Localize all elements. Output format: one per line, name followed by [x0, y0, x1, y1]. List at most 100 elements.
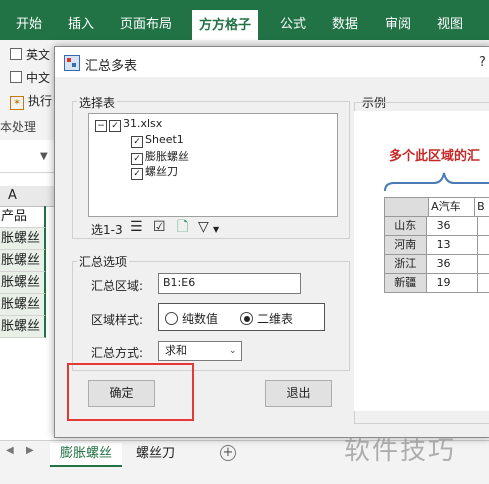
- example-cell: 19: [425, 274, 478, 292]
- sheet-tab-luosidao[interactable]: 螺丝刀: [126, 443, 185, 465]
- add-document-icon[interactable]: 🗋: [177, 219, 188, 235]
- method-select[interactable]: 求和 ⌄: [158, 341, 242, 361]
- scroll-right-icon[interactable]: ▶: [26, 445, 34, 456]
- execute-icon: ✶: [10, 96, 24, 110]
- tree-item-luosidao[interactable]: ✓ 螺丝刀: [131, 163, 178, 180]
- method-value: 求和: [165, 344, 187, 357]
- radio-2d-label: 二维表: [257, 312, 294, 326]
- help-icon[interactable]: ?: [479, 55, 486, 70]
- cell-a5[interactable]: 胀螺丝: [0, 294, 46, 316]
- checkbox-checked-icon[interactable]: ✓: [131, 136, 143, 148]
- example-cell: [477, 274, 489, 292]
- sheet-tree[interactable]: − ✓ 31.xlsx ✓ Sheet1 ✓ 膨胀螺丝 ✓ 螺丝刀: [88, 113, 338, 217]
- cell-a6[interactable]: 胀螺丝: [0, 316, 46, 338]
- example-header-cell: B: [474, 198, 489, 216]
- chevron-down-icon: ▼: [40, 151, 48, 162]
- example-area: 多个此区域的汇 A汽车 B 山东 36 河南 13 浙江 36 新疆 19: [354, 111, 489, 411]
- chinese-label: 中文: [26, 71, 51, 85]
- checkbox-checked-icon[interactable]: ✓: [109, 120, 121, 132]
- dialog-title: 汇总多表: [85, 59, 138, 74]
- example-cell: [477, 255, 489, 273]
- summary-dialog: 汇总多表 ? 选择表 − ✓ 31.xlsx ✓ Sheet1 ✓ 膨胀螺丝 ✓ 螺丝刀 …: [54, 46, 489, 438]
- sheet-tab-pengzhang[interactable]: 膨胀螺丝: [50, 443, 123, 467]
- radio-plain-values[interactable]: 纯数值: [165, 310, 218, 327]
- radio-icon: [165, 312, 178, 325]
- cell-a1[interactable]: 产品: [0, 206, 46, 228]
- style-radio-group: 纯数值 二维表: [158, 303, 325, 331]
- name-box[interactable]: ▼: [0, 148, 60, 173]
- checkbox-icon: [10, 48, 22, 60]
- example-row: 河南 13: [384, 235, 489, 254]
- method-label: 汇总方式:: [91, 346, 144, 360]
- app-icon-dot: [72, 63, 76, 67]
- tab-review[interactable]: 审阅: [385, 13, 411, 32]
- example-caption: 多个此区域的汇: [389, 149, 481, 164]
- english-checkbox[interactable]: 英文: [10, 46, 50, 63]
- example-header-row: A汽车 B: [384, 197, 489, 216]
- example-header-cell: [384, 198, 428, 216]
- select-range-label: 选1-3: [91, 223, 123, 237]
- radio-selected-icon: [240, 312, 253, 325]
- brace-icon: [384, 172, 489, 192]
- example-table: A汽车 B 山东 36 河南 13 浙江 36 新疆 19: [384, 197, 489, 293]
- check-all-icon[interactable]: ☑: [153, 219, 166, 235]
- example-row: 浙江 36: [384, 254, 489, 273]
- chevron-down-icon: ⌄: [229, 346, 237, 356]
- chevron-down-icon[interactable]: ▼: [213, 222, 219, 238]
- tab-formulas[interactable]: 公式: [280, 13, 306, 32]
- example-cell: 36: [425, 217, 478, 235]
- filter-icon[interactable]: ▽: [198, 219, 209, 235]
- example-cell: 浙江: [384, 255, 426, 273]
- example-cell: 新疆: [384, 274, 426, 292]
- column-header[interactable]: A: [0, 186, 60, 207]
- tree-item-sheet1[interactable]: ✓ Sheet1: [131, 133, 184, 148]
- cell-a4[interactable]: 胀螺丝: [0, 272, 46, 294]
- add-sheet-icon[interactable]: +: [220, 445, 236, 461]
- execute-label: 执行: [28, 94, 53, 108]
- range-input[interactable]: B1:E6: [158, 273, 301, 294]
- cell-a2[interactable]: 胀螺丝: [0, 228, 46, 250]
- chinese-checkbox[interactable]: 中文: [10, 69, 50, 86]
- cell-a3[interactable]: 胀螺丝: [0, 250, 46, 272]
- example-cell: 13: [425, 236, 478, 254]
- scroll-left-icon[interactable]: ◀: [6, 445, 14, 456]
- example-row: 山东 36: [384, 216, 489, 235]
- group-label: 本处理: [0, 120, 37, 134]
- example-cell: 36: [425, 255, 478, 273]
- english-label: 英文: [26, 48, 51, 62]
- app-icon-dot: [67, 58, 71, 62]
- tab-home[interactable]: 开始: [16, 13, 42, 32]
- tree-root[interactable]: − ✓ 31.xlsx: [95, 117, 162, 132]
- example-row: 新疆 19: [384, 273, 489, 293]
- range-label: 汇总区域:: [91, 279, 144, 293]
- radio-plain-label: 纯数值: [182, 312, 219, 326]
- checkbox-icon: [10, 71, 22, 83]
- options-label: 汇总选项: [77, 253, 130, 270]
- ribbon-bar: 开始 插入 页面布局 方方格子 公式 数据 审阅 视图: [0, 0, 489, 40]
- tab-data[interactable]: 数据: [332, 13, 358, 32]
- tree-item-label: 膨胀螺丝: [145, 150, 189, 163]
- dialog-titlebar: 汇总多表 ?: [55, 47, 489, 77]
- tree-root-label: 31.xlsx: [123, 117, 163, 130]
- app-icon: [64, 55, 80, 71]
- list-icon[interactable]: ☰: [130, 219, 143, 235]
- watermark-text: 软件技巧: [344, 436, 457, 466]
- example-cell: [477, 217, 489, 235]
- example-cell: 山东: [384, 217, 426, 235]
- execute-button[interactable]: ✶ 执行: [10, 92, 52, 110]
- example-cell: 河南: [384, 236, 426, 254]
- tree-item-label: 螺丝刀: [145, 165, 178, 178]
- exit-button[interactable]: 退出: [265, 380, 332, 407]
- select-tables-label: 选择表: [77, 94, 118, 111]
- tab-insert[interactable]: 插入: [68, 13, 94, 32]
- tab-view[interactable]: 视图: [437, 13, 463, 32]
- radio-2d-table[interactable]: 二维表: [240, 310, 293, 327]
- checkbox-checked-icon[interactable]: ✓: [131, 168, 143, 180]
- tab-fangfang[interactable]: 方方格子: [192, 10, 258, 40]
- example-header-cell: A汽车: [428, 198, 475, 216]
- highlight-box: [67, 363, 194, 421]
- collapse-icon[interactable]: −: [95, 120, 107, 132]
- style-label: 区域样式:: [91, 313, 144, 327]
- example-cell: [477, 236, 489, 254]
- tab-page-layout[interactable]: 页面布局: [120, 13, 172, 32]
